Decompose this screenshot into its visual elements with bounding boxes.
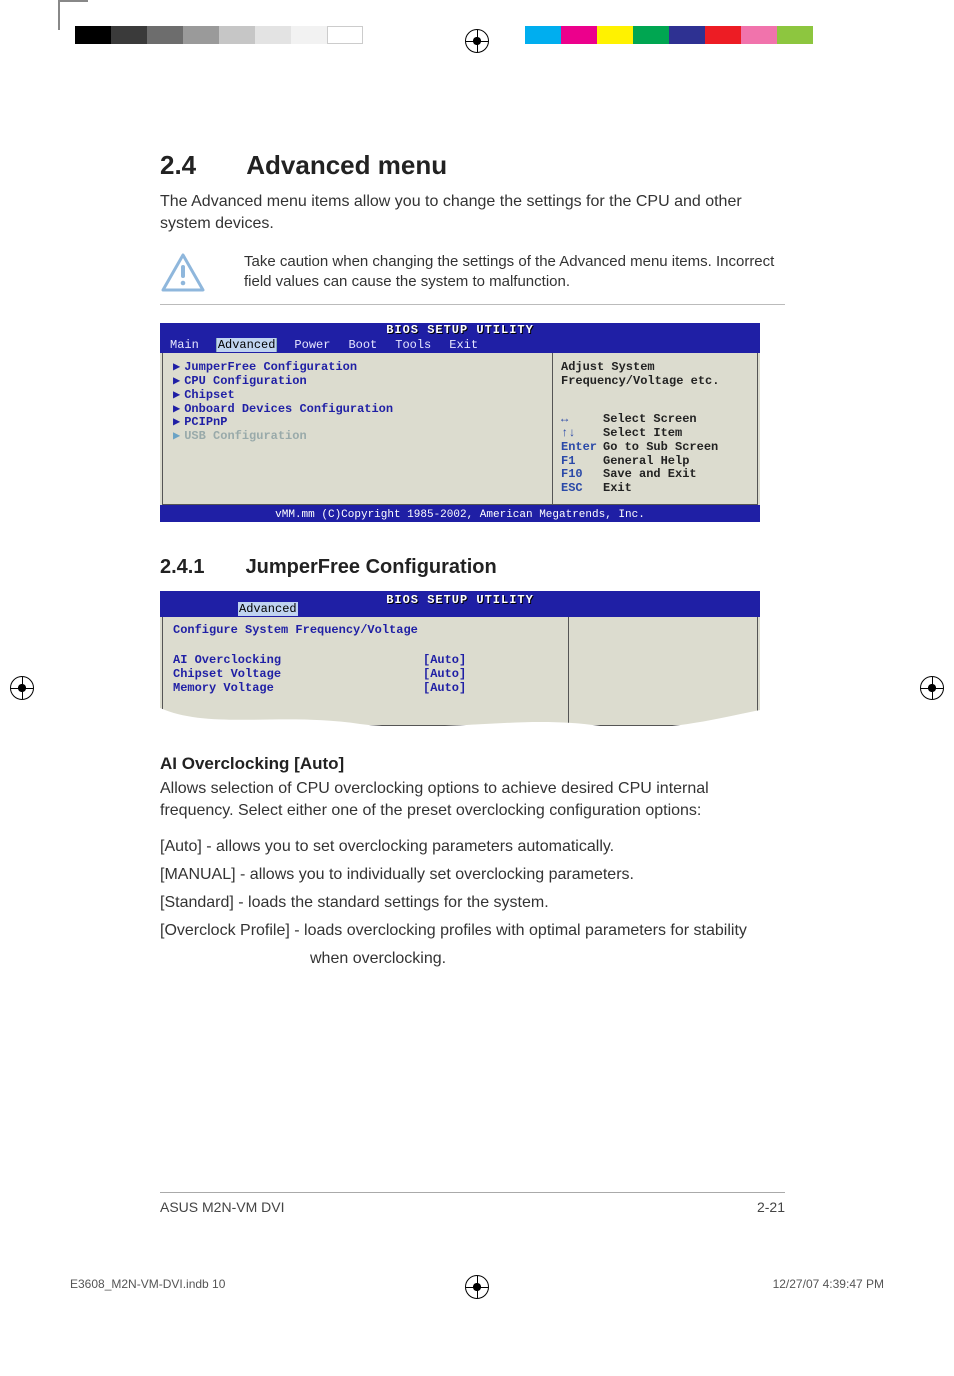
bios-panel-header: Configure System Frequency/Voltage — [173, 623, 558, 637]
option-row: [MANUAL] - allows you to individually se… — [160, 863, 785, 887]
bios-menu-item: ▶Onboard Devices Configuration — [173, 403, 542, 417]
section-heading: 2.4 Advanced menu — [160, 150, 785, 181]
crop-mark-icon — [58, 0, 88, 30]
bios-help-text: Adjust System Frequency/Voltage etc. — [561, 361, 749, 389]
bios-menu-item: ▶PCIPnP — [173, 416, 542, 430]
bios-tab-main: Main — [170, 338, 199, 352]
section-number: 2.4 — [160, 150, 240, 181]
registration-mark-icon — [465, 29, 489, 53]
bios-menu-item: ▶JumperFree Configuration — [173, 361, 542, 375]
color-bar-right — [525, 26, 813, 44]
option-list: [Auto] - allows you to set overclocking … — [160, 835, 785, 971]
registration-mark-left-icon — [10, 676, 34, 700]
bios-key-legend: ↔Select Screen ↑↓Select Item EnterGo to … — [561, 413, 749, 496]
registration-mark-right-icon — [920, 676, 944, 700]
bios-setting-row: Memory Voltage[Auto] — [173, 681, 558, 695]
bios-screenshot-advanced: BIOS SETUP UTILITY Main Advanced Power B… — [160, 323, 760, 522]
bios-tab-power: Power — [294, 338, 330, 352]
page-footer: ASUS M2N-VM DVI 2-21 — [160, 1192, 785, 1215]
bios-menu-item: ▶CPU Configuration — [173, 375, 542, 389]
option-heading: AI Overclocking [Auto] — [160, 754, 785, 774]
caution-block: Take caution when changing the settings … — [160, 252, 785, 305]
bios-setting-row: Chipset Voltage[Auto] — [173, 667, 558, 681]
imposition-footer: E3608_M2N-VM-DVI.indb 10 12/27/07 4:39:4… — [70, 1277, 884, 1291]
imposition-timestamp: 12/27/07 4:39:47 PM — [773, 1277, 884, 1291]
footer-page-number: 2-21 — [757, 1199, 785, 1215]
subsection-heading: 2.4.1 JumperFree Configuration — [160, 556, 785, 579]
bios-tab-advanced: Advanced — [217, 338, 277, 352]
subsection-number: 2.4.1 — [160, 556, 240, 579]
subsection-title: JumperFree Configuration — [246, 556, 497, 578]
bios-tab-exit: Exit — [449, 338, 478, 352]
intro-paragraph: The Advanced menu items allow you to cha… — [160, 191, 785, 234]
caution-text: Take caution when changing the settings … — [214, 252, 785, 293]
bios-tabs: Main Advanced Power Boot Tools Exit — [170, 338, 478, 352]
bios-menu-item: ▶Chipset — [173, 389, 542, 403]
bios-screenshot-jumperfree: BIOS SETUP UTILITY Advanced Configure Sy… — [160, 591, 760, 726]
caution-icon — [160, 252, 214, 294]
bios-tab-tools: Tools — [395, 338, 431, 352]
footer-product: ASUS M2N-VM DVI — [160, 1199, 284, 1215]
bios-title: BIOS SETUP UTILITY — [160, 323, 760, 337]
bios-tab-advanced: Advanced — [238, 602, 298, 616]
bios-setting-row: AI Overclocking[Auto] — [173, 653, 558, 667]
bios-copyright: vMM.mm (C)Copyright 1985-2002, American … — [160, 508, 760, 522]
color-bar-left — [75, 26, 363, 44]
print-marks-top — [0, 26, 954, 56]
bios-tab-boot: Boot — [348, 338, 377, 352]
option-row: [Auto] - allows you to set overclocking … — [160, 835, 785, 859]
option-row-continuation: when overclocking. — [160, 947, 785, 971]
bios-menu-list: ▶JumperFree Configuration ▶CPU Configura… — [162, 353, 553, 505]
option-row: [Overclock Profile] - loads overclocking… — [160, 919, 785, 943]
option-description: Allows selection of CPU overclocking opt… — [160, 778, 785, 821]
option-row: [Standard] - loads the standard settings… — [160, 891, 785, 915]
section-title: Advanced menu — [246, 150, 447, 180]
bios-menu-item-dim: ▶USB Configuration — [173, 430, 542, 444]
imposition-filename: E3608_M2N-VM-DVI.indb 10 — [70, 1277, 225, 1291]
